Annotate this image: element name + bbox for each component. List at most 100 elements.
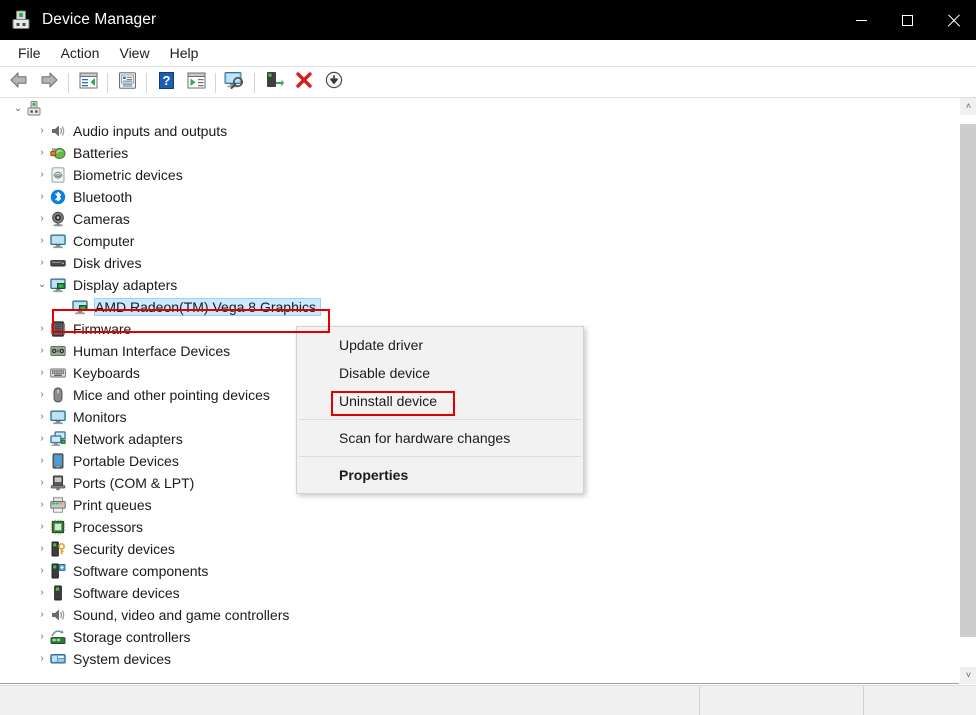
speaker-icon bbox=[50, 607, 66, 623]
toolbar-disable-device-button[interactable] bbox=[319, 70, 349, 96]
tree-item-software-components[interactable]: › Software components bbox=[0, 560, 948, 582]
monitor-icon bbox=[50, 409, 66, 425]
tree-item-label: Firmware bbox=[73, 321, 132, 337]
chevron-right-icon[interactable]: › bbox=[34, 478, 50, 488]
toolbar-update-driver-button[interactable] bbox=[259, 70, 289, 96]
menu-help[interactable]: Help bbox=[160, 42, 209, 64]
tree-item-label: Network adapters bbox=[73, 431, 183, 447]
tree-item-label: Display adapters bbox=[73, 277, 178, 293]
toolbar-help-button[interactable]: ? bbox=[151, 70, 181, 96]
toolbar-separator bbox=[68, 72, 69, 93]
chevron-right-icon[interactable]: › bbox=[34, 170, 50, 180]
printer-icon bbox=[50, 497, 66, 513]
tree-item-label: Biometric devices bbox=[73, 167, 183, 183]
chevron-right-icon[interactable]: › bbox=[34, 324, 50, 334]
scrollbar-track[interactable] bbox=[960, 115, 976, 667]
tree-item-bluetooth[interactable]: › Bluetooth bbox=[0, 186, 948, 208]
tree-item-amd-radeon-tm-vega-8-graphics[interactable]: AMD Radeon(TM) Vega 8 Graphics bbox=[0, 296, 948, 318]
toolbar-back-button[interactable] bbox=[4, 70, 34, 96]
menu-action[interactable]: Action bbox=[51, 42, 110, 64]
fingerprint-icon bbox=[50, 167, 66, 183]
chevron-right-icon[interactable]: › bbox=[34, 500, 50, 510]
tree-item-biometric-devices[interactable]: › Biometric devices bbox=[0, 164, 948, 186]
scroll-down-button[interactable]: ˅ bbox=[960, 667, 976, 684]
tree-item-label: Cameras bbox=[73, 211, 130, 227]
context-menu-disable-device[interactable]: Disable device bbox=[297, 359, 583, 387]
tree-item-label: AMD Radeon(TM) Vega 8 Graphics bbox=[94, 298, 321, 316]
chevron-right-icon[interactable]: › bbox=[34, 126, 50, 136]
chevron-right-icon[interactable]: › bbox=[34, 368, 50, 378]
toolbar-console-tree-button[interactable] bbox=[73, 70, 103, 96]
vertical-scrollbar[interactable]: ˄ ˅ bbox=[959, 98, 976, 684]
chevron-right-icon[interactable]: › bbox=[34, 434, 50, 444]
storage-controller-icon bbox=[50, 629, 66, 645]
tree-item-label: Portable Devices bbox=[73, 453, 179, 469]
tree-collapse-icon[interactable]: ⌄ bbox=[10, 104, 26, 114]
chevron-right-icon[interactable]: › bbox=[34, 544, 50, 554]
minimize-button[interactable] bbox=[838, 0, 884, 40]
tree-item-software-devices[interactable]: › Software devices bbox=[0, 582, 948, 604]
toolbar-action-pane-button[interactable] bbox=[181, 70, 211, 96]
chevron-right-icon[interactable]: › bbox=[34, 632, 50, 642]
context-menu-update-driver[interactable]: Update driver bbox=[297, 331, 583, 359]
menu-view[interactable]: View bbox=[109, 42, 159, 64]
tree-item-processors[interactable]: › Processors bbox=[0, 516, 948, 538]
chevron-right-icon[interactable]: › bbox=[34, 610, 50, 620]
tree-item-cameras[interactable]: › Cameras bbox=[0, 208, 948, 230]
chevron-right-icon[interactable]: › bbox=[34, 390, 50, 400]
tree-item-disk-drives[interactable]: › Disk drives bbox=[0, 252, 948, 274]
chevron-right-icon[interactable]: › bbox=[34, 522, 50, 532]
chevron-right-icon[interactable]: › bbox=[34, 148, 50, 158]
scroll-up-button[interactable]: ˄ bbox=[960, 98, 976, 115]
disk-drive-icon bbox=[50, 255, 66, 271]
firmware-icon bbox=[50, 321, 66, 337]
tree-item-security-devices[interactable]: › Security devices bbox=[0, 538, 948, 560]
chevron-right-icon[interactable]: › bbox=[34, 654, 50, 664]
scrollbar-thumb[interactable] bbox=[960, 124, 976, 637]
close-icon bbox=[947, 14, 960, 27]
toolbar-properties-button[interactable] bbox=[112, 70, 142, 96]
uninstall-device-icon bbox=[295, 71, 313, 94]
chevron-right-icon[interactable]: › bbox=[34, 588, 50, 598]
menu-file[interactable]: File bbox=[8, 42, 51, 64]
toolbar-separator bbox=[146, 72, 147, 93]
chevron-right-icon[interactable]: › bbox=[34, 214, 50, 224]
chevron-right-icon[interactable]: › bbox=[34, 258, 50, 268]
chevron-down-icon[interactable]: ⌄ bbox=[34, 280, 50, 290]
tree-item-system-devices[interactable]: › System devices bbox=[0, 648, 948, 670]
portable-device-icon bbox=[50, 453, 66, 469]
tree-item-batteries[interactable]: › Batteries bbox=[0, 142, 948, 164]
monitor-icon bbox=[50, 233, 66, 249]
software-component-icon bbox=[50, 563, 66, 579]
tree-item-label: System devices bbox=[73, 651, 172, 667]
chevron-right-icon[interactable]: › bbox=[34, 346, 50, 356]
context-menu-scan-for-hardware-changes[interactable]: Scan for hardware changes bbox=[297, 424, 583, 452]
chevron-right-icon[interactable]: › bbox=[34, 412, 50, 422]
toolbar-uninstall-device-button[interactable] bbox=[289, 70, 319, 96]
port-icon bbox=[50, 475, 66, 491]
tree-item-storage-controllers[interactable]: › Storage controllers bbox=[0, 626, 948, 648]
close-button[interactable] bbox=[930, 0, 976, 40]
maximize-button[interactable] bbox=[884, 0, 930, 40]
device-manager-icon bbox=[10, 9, 32, 31]
bluetooth-icon bbox=[50, 189, 66, 205]
chevron-right-icon[interactable]: › bbox=[34, 456, 50, 466]
device-manager-window: Device Manager File Action View Help ? ⌄… bbox=[0, 0, 976, 715]
context-menu-properties[interactable]: Properties bbox=[297, 461, 583, 489]
tree-item-display-adapters[interactable]: ⌄ Display adapters bbox=[0, 274, 948, 296]
tree-item-print-queues[interactable]: › Print queues bbox=[0, 494, 948, 516]
toolbar-scan-hardware-button[interactable] bbox=[220, 70, 250, 96]
tree-item-computer[interactable]: › Computer bbox=[0, 230, 948, 252]
forward-icon bbox=[39, 71, 59, 94]
tree-item-sound-video-and-game-controllers[interactable]: › Sound, video and game controllers bbox=[0, 604, 948, 626]
chevron-right-icon[interactable]: › bbox=[34, 192, 50, 202]
context-menu-uninstall-device[interactable]: Uninstall device bbox=[297, 387, 583, 415]
tree-item-label: Storage controllers bbox=[73, 629, 191, 645]
chevron-right-icon[interactable]: › bbox=[34, 566, 50, 576]
tree-item-audio-inputs-and-outputs[interactable]: › Audio inputs and outputs bbox=[0, 120, 948, 142]
chevron-right-icon[interactable]: › bbox=[34, 236, 50, 246]
tree-item-label: Audio inputs and outputs bbox=[73, 123, 228, 139]
tree-root-row[interactable]: ⌄ bbox=[0, 98, 948, 120]
tree-item-label: Software devices bbox=[73, 585, 180, 601]
toolbar-forward-button[interactable] bbox=[34, 70, 64, 96]
